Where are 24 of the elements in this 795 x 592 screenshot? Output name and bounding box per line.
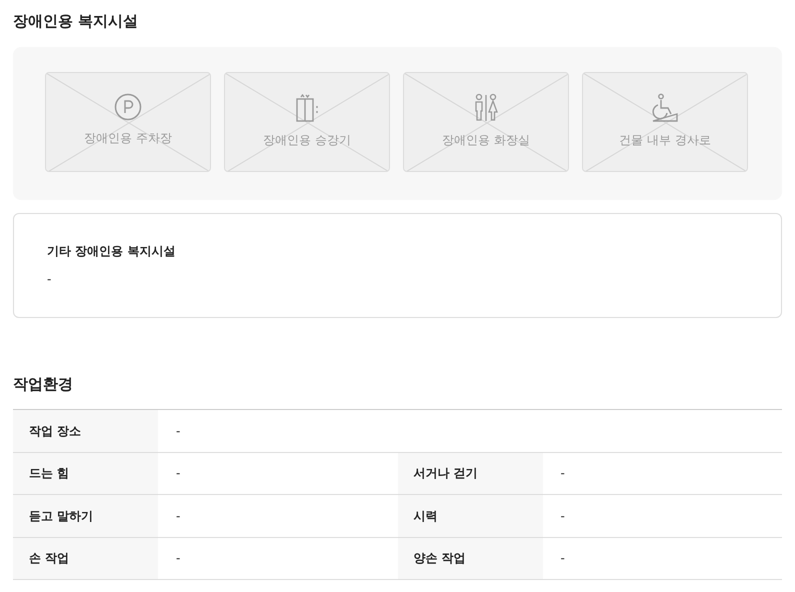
- table-cell-text: -: [175, 550, 182, 568]
- table-cell-text: -: [560, 465, 566, 482]
- table-cell-text: -: [175, 465, 182, 482]
- table-cell-text: -: [560, 550, 566, 568]
- table-header-cell: 드는 힘: [13, 452, 158, 494]
- table-header-cell: 양손 작업: [398, 538, 542, 579]
- facility-label: 장애인용 화장실: [442, 132, 530, 148]
- table-header-cell: 듣고 말하기: [13, 495, 158, 536]
- facility-label: 건물 내부 경사로: [619, 132, 711, 148]
- facility-label: 장애인용 주차장: [84, 130, 172, 146]
- other-facilities-label: 기타 장애인용 복지시설: [47, 242, 176, 260]
- table-header-cell: 서거나 걷기: [398, 452, 542, 494]
- section-title: 장애인용 복지시설: [13, 11, 140, 32]
- other-facilities-value: -: [47, 270, 52, 288]
- section-title: 작업환경: [13, 374, 74, 394]
- facility-label: 장애인용 승강기: [263, 132, 351, 148]
- table-cell-text: -: [175, 422, 182, 440]
- parking-icon: [114, 92, 142, 120]
- table-header-cell: 손 작업: [13, 538, 158, 579]
- table-header-cell: 시력: [398, 495, 542, 536]
- table-cell-text: -: [175, 508, 182, 525]
- table-cell-text: -: [560, 508, 566, 525]
- wheelchair-ramp-icon: [650, 92, 680, 122]
- table-header-cell: 작업 장소: [13, 410, 158, 452]
